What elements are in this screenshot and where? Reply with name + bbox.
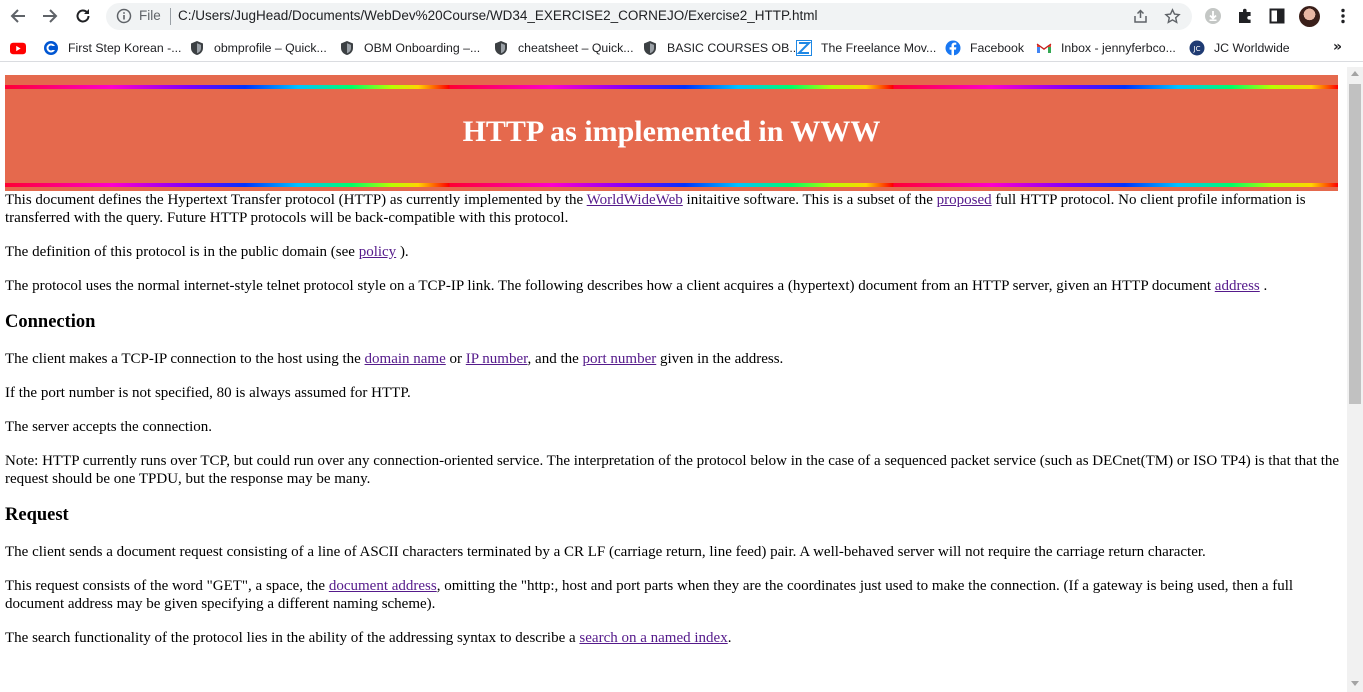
facebook-icon — [945, 40, 961, 56]
bookmark-star-icon[interactable] — [1164, 8, 1181, 25]
bookmark-obm-onboarding[interactable]: OBM Onboarding –... — [339, 39, 480, 57]
connection-paragraph-4: Note: HTTP currently runs over TCP, but … — [5, 453, 1340, 487]
bookmark-label: JC Worldwide — [1214, 41, 1290, 55]
file-label: File — [139, 8, 161, 23]
url-text[interactable]: C:/Users/JugHead/Documents/WebDev%20Cour… — [178, 8, 817, 23]
forward-arrow-icon[interactable] — [39, 5, 61, 27]
download-icon[interactable] — [1204, 7, 1222, 25]
rainbow-border-top — [5, 85, 1338, 89]
address-bar[interactable]: File C:/Users/JugHead/Documents/WebDev%2… — [106, 3, 1192, 30]
definition-paragraph: The definition of this protocol is in th… — [5, 244, 409, 260]
bookmarks-bar: First Step Korean -... obmprofile – Quic… — [0, 34, 1363, 62]
document-address-link[interactable]: document address — [329, 578, 437, 594]
request-paragraph-1: The client sends a document request cons… — [5, 544, 1206, 560]
bookmark-label: cheatsheet – Quick... — [518, 41, 634, 55]
bookmark-label: First Step Korean -... — [68, 41, 182, 55]
youtube-icon — [10, 40, 26, 56]
bookmark-facebook[interactable]: Facebook — [945, 39, 1024, 57]
profile-avatar[interactable] — [1299, 6, 1320, 27]
address-link[interactable]: address — [1215, 278, 1260, 294]
request-paragraph-2: This request consists of the word "GET",… — [5, 578, 1294, 612]
bookmark-cheatsheet[interactable]: cheatsheet – Quick... — [493, 39, 634, 57]
connection-paragraph-3: The server accepts the connection. — [5, 419, 212, 435]
share-icon[interactable] — [1132, 8, 1149, 25]
shield-icon — [493, 40, 509, 56]
bookmark-label: Inbox - jennyferbco... — [1061, 41, 1176, 55]
svg-text:JC: JC — [1193, 45, 1201, 53]
rainbow-border-bottom — [5, 183, 1338, 187]
page-title: HTTP as implemented in WWW — [462, 115, 881, 148]
bookmark-label: OBM Onboarding –... — [364, 41, 481, 55]
header-banner: HTTP as implemented in WWW — [5, 75, 1338, 191]
connection-paragraph-1: The client makes a TCP-IP connection to … — [5, 351, 784, 367]
shield-icon — [189, 40, 205, 56]
info-icon[interactable] — [116, 8, 132, 24]
policy-link[interactable]: policy — [359, 244, 397, 260]
side-panel-icon[interactable] — [1268, 7, 1286, 25]
bookmark-freelance-movement[interactable]: The Freelance Mov... — [796, 39, 936, 57]
bookmark-youtube[interactable] — [10, 39, 35, 57]
port-number-link[interactable]: port number — [583, 351, 657, 367]
page-viewport: HTTP as implemented in WWW This document… — [0, 67, 1347, 692]
bookmark-first-step-korean[interactable]: First Step Korean -... — [43, 39, 181, 57]
request-paragraph-3: The search functionality of the protocol… — [5, 630, 732, 646]
worldwideweb-link[interactable]: WorldWideWeb — [587, 192, 683, 208]
more-bookmarks-chevron[interactable]: » — [1333, 39, 1342, 55]
document-body: HTTP as implemented in WWW This document… — [0, 67, 1347, 647]
menu-kebab-icon[interactable] — [1334, 7, 1352, 25]
scroll-down-arrow-icon[interactable] — [1351, 681, 1359, 686]
vertical-scrollbar[interactable] — [1347, 67, 1363, 692]
domain-name-link[interactable]: domain name — [365, 351, 446, 367]
bookmark-jc-worldwide[interactable]: JC JC Worldwide — [1189, 39, 1290, 57]
bookmark-label: The Freelance Mov... — [821, 41, 937, 55]
gmail-icon — [1036, 40, 1052, 56]
request-heading: Request — [5, 505, 69, 525]
back-arrow-icon[interactable] — [7, 5, 29, 27]
scrollbar-thumb[interactable] — [1349, 84, 1361, 404]
reload-icon[interactable] — [72, 5, 94, 27]
bookmark-label: BASIC COURSES OB... — [667, 41, 800, 55]
connection-heading: Connection — [5, 312, 96, 332]
coursera-icon — [43, 40, 59, 56]
omnibox-divider — [170, 8, 171, 25]
bookmark-label: obmprofile – Quick... — [214, 41, 327, 55]
bookmark-gmail-inbox[interactable]: Inbox - jennyferbco... — [1036, 39, 1176, 57]
bookmark-label: Facebook — [970, 41, 1025, 55]
freelance-icon — [796, 40, 812, 56]
extensions-puzzle-icon[interactable] — [1236, 7, 1254, 25]
ip-number-link[interactable]: IP number — [466, 351, 528, 367]
proposed-link[interactable]: proposed — [937, 192, 992, 208]
intro-paragraph: This document defines the Hypertext Tran… — [5, 192, 1306, 226]
search-named-index-link[interactable]: search on a named index — [579, 630, 727, 646]
bookmark-obmprofile[interactable]: obmprofile – Quick... — [189, 39, 327, 57]
connection-paragraph-2: If the port number is not specified, 80 … — [5, 385, 411, 401]
shield-icon — [339, 40, 355, 56]
scroll-up-arrow-icon[interactable] — [1351, 71, 1359, 76]
shield-icon — [642, 40, 658, 56]
jc-icon: JC — [1189, 40, 1205, 56]
bookmark-basic-courses[interactable]: BASIC COURSES OB... — [642, 39, 800, 57]
protocol-paragraph: The protocol uses the normal internet-st… — [5, 278, 1268, 294]
browser-toolbar: File C:/Users/JugHead/Documents/WebDev%2… — [0, 0, 1363, 34]
